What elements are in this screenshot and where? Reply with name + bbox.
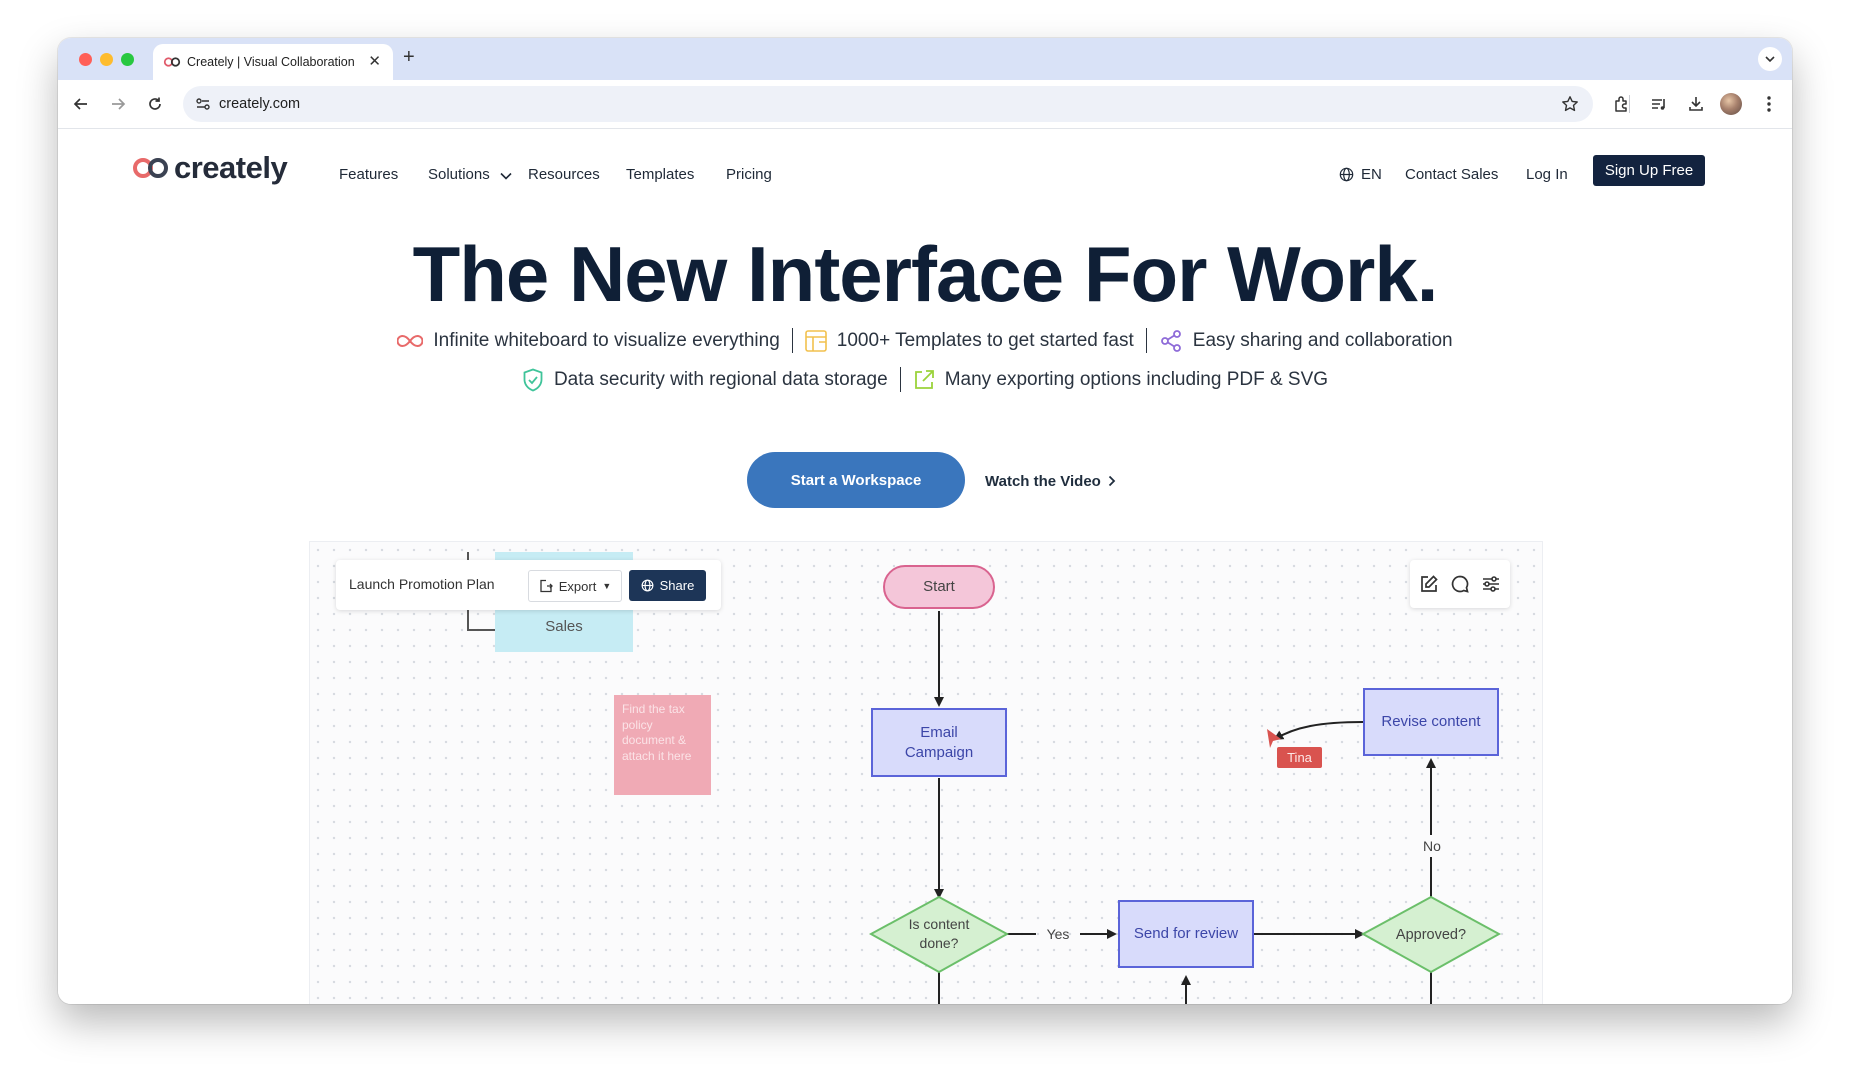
share-nodes-icon xyxy=(1159,329,1183,353)
browser-tab[interactable]: Creately | Visual Collaboration ✕ xyxy=(153,44,393,80)
shield-check-icon xyxy=(522,368,544,392)
feature-templates: 1000+ Templates to get started fast xyxy=(804,329,1134,352)
canvas-tools xyxy=(1410,560,1510,608)
email-campaign-node[interactable]: Email Campaign xyxy=(871,708,1007,777)
yes-label: Yes xyxy=(1046,926,1070,942)
feature-whiteboard: Infinite whiteboard to visualize everyth… xyxy=(397,329,780,352)
share-label: Share xyxy=(659,578,695,593)
feature-export-text: Many exporting options including PDF & S… xyxy=(944,368,1329,390)
browser-window: Creately | Visual Collaboration ✕ + crea… xyxy=(58,38,1792,1004)
feature-security-text: Data security with regional data storage xyxy=(553,368,888,390)
edit-icon[interactable] xyxy=(1419,574,1439,594)
forward-icon[interactable] xyxy=(107,93,129,115)
export-label: Export xyxy=(558,578,597,594)
feature-sharing: Easy sharing and collaboration xyxy=(1159,329,1453,353)
globe-icon xyxy=(1339,167,1354,182)
logo-text: creately xyxy=(174,150,288,185)
tab-close-icon[interactable]: ✕ xyxy=(368,52,381,70)
nav-solutions-label: Solutions xyxy=(428,166,490,183)
export-icon xyxy=(913,369,935,391)
bookmark-star-icon[interactable] xyxy=(1561,95,1579,113)
export-button[interactable]: Export ▼ xyxy=(528,570,622,602)
comment-icon[interactable] xyxy=(1450,574,1470,594)
watch-video-link[interactable]: Watch the Video xyxy=(985,473,1116,491)
feature-separator xyxy=(791,328,793,353)
creately-page: creately Features Solutions Resources Te… xyxy=(58,129,1792,1004)
chevron-down-icon xyxy=(500,167,512,184)
no-label: No xyxy=(1418,835,1446,857)
approved-label: Approved? xyxy=(1395,927,1467,943)
site-settings-icon[interactable] xyxy=(195,96,211,112)
is-content-done-label: Is content done? xyxy=(908,916,970,951)
toolbar-divider xyxy=(1629,95,1630,113)
start-workspace-button[interactable]: Start a Workspace xyxy=(747,452,965,508)
profile-avatar[interactable] xyxy=(1720,93,1742,115)
tab-search-chevron-icon[interactable] xyxy=(1758,47,1782,71)
back-icon[interactable] xyxy=(70,93,92,115)
creately-favicon-icon xyxy=(163,56,181,68)
language-label: EN xyxy=(1361,166,1382,183)
feature-separator xyxy=(1145,328,1147,353)
hero-title: The New Interface For Work. xyxy=(412,230,1439,318)
feature-templates-text: 1000+ Templates to get started fast xyxy=(836,329,1134,351)
creately-logo[interactable]: creately xyxy=(132,150,288,186)
url-text: creately.com xyxy=(219,96,301,112)
reload-icon[interactable] xyxy=(144,93,166,115)
feature-whiteboard-text: Infinite whiteboard to visualize everyth… xyxy=(433,329,780,351)
nav-features[interactable]: Features xyxy=(339,166,398,183)
minimize-window-button[interactable] xyxy=(100,53,113,66)
download-icon[interactable] xyxy=(1685,93,1707,115)
share-button[interactable]: Share xyxy=(629,570,706,601)
demo-canvas[interactable]: Sales Launch Promotion Plan Export ▼ Sha… xyxy=(309,541,1543,1004)
collaborator-cursor-tag: Tina xyxy=(1277,747,1322,768)
nav-solutions[interactable]: Solutions xyxy=(428,166,512,184)
revise-content-label: Revise content xyxy=(1381,713,1481,730)
infinity-icon xyxy=(397,334,424,348)
send-for-review-label: Send for review xyxy=(1133,925,1239,942)
signup-button[interactable]: Sign Up Free xyxy=(1593,155,1705,186)
feature-row-1: Infinite whiteboard to visualize everyth… xyxy=(58,328,1792,353)
language-selector[interactable]: EN xyxy=(1339,166,1382,183)
address-bar[interactable]: creately.com xyxy=(183,86,1593,122)
chevron-right-icon xyxy=(1108,474,1116,491)
feature-sharing-text: Easy sharing and collaboration xyxy=(1192,329,1453,351)
nav-login[interactable]: Log In xyxy=(1526,166,1568,183)
canvas-header-bar: Launch Promotion Plan Export ▼ Share xyxy=(336,560,721,610)
globe-icon xyxy=(641,579,654,592)
sticky-note[interactable]: Find the tax policy document & attach it… xyxy=(614,695,711,795)
revise-content-node[interactable]: Revise content xyxy=(1363,688,1499,756)
feature-security: Data security with regional data storage xyxy=(522,368,888,392)
start-node-label: Start xyxy=(923,578,955,595)
template-icon xyxy=(804,329,827,352)
nav-contact-sales[interactable]: Contact Sales xyxy=(1405,166,1498,183)
new-tab-icon[interactable]: + xyxy=(403,46,415,69)
nav-resources[interactable]: Resources xyxy=(528,166,600,183)
caret-down-icon: ▼ xyxy=(602,581,612,591)
email-campaign-label: Email Campaign xyxy=(904,723,974,761)
more-menu-icon[interactable] xyxy=(1758,93,1780,115)
reading-list-icon[interactable] xyxy=(1648,93,1670,115)
browser-toolbar: creately.com xyxy=(58,80,1792,129)
is-content-done-node[interactable]: Is content done? xyxy=(891,912,987,956)
maximize-window-button[interactable] xyxy=(121,53,134,66)
feature-row-2: Data security with regional data storage… xyxy=(58,367,1792,392)
nav-pricing[interactable]: Pricing xyxy=(726,166,772,183)
feature-export: Many exporting options including PDF & S… xyxy=(913,369,1328,391)
start-node[interactable]: Start xyxy=(883,565,995,609)
creately-logo-icon xyxy=(132,156,170,180)
feature-separator xyxy=(899,367,901,392)
watch-video-label: Watch the Video xyxy=(985,473,1101,490)
send-for-review-node[interactable]: Send for review xyxy=(1118,900,1254,968)
nav-templates[interactable]: Templates xyxy=(626,166,694,183)
settings-sliders-icon[interactable] xyxy=(1481,574,1501,594)
export-icon xyxy=(539,579,553,593)
close-window-button[interactable] xyxy=(79,53,92,66)
sticky-note-text: Find the tax policy document & attach it… xyxy=(622,702,692,763)
document-title[interactable]: Launch Promotion Plan xyxy=(349,576,495,592)
tab-title: Creately | Visual Collaboration xyxy=(187,55,355,69)
tab-bar: Creately | Visual Collaboration ✕ + xyxy=(58,38,1792,80)
approved-node[interactable]: Approved? xyxy=(1383,923,1479,947)
sales-node-label: Sales xyxy=(545,618,583,635)
